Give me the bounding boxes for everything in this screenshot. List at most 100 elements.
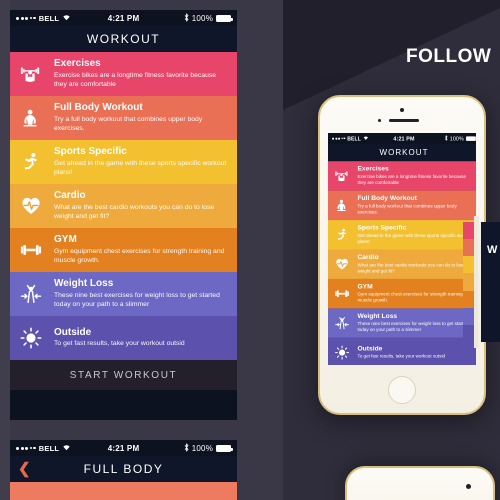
- dumbbell-icon: [332, 286, 352, 301]
- workout-list-item-title: Exercises: [357, 165, 389, 173]
- front-camera-icon: [466, 484, 471, 489]
- home-button[interactable]: [388, 376, 416, 404]
- workout-list-item[interactable]: Outside To get fast results, take your wo…: [10, 316, 237, 360]
- workout-list-item-text: Outside To get fast results, take your wo…: [357, 345, 474, 360]
- wifi-icon: [62, 444, 71, 453]
- workout-screen-flat: BELL 4:21 PM 100% WORKOUT Exercises Exerc…: [10, 10, 237, 420]
- workout-list-item-description: To get fast results, take your workout o…: [357, 354, 445, 359]
- proximity-sensor-icon: [378, 119, 381, 122]
- workout-list-item-title: Full Body Workout: [54, 102, 143, 114]
- workout-list-item[interactable]: Exercises Exercise bikes are a longtime f…: [328, 161, 476, 191]
- bluetooth-icon: [184, 12, 189, 24]
- full-body-first-row[interactable]: [10, 482, 237, 500]
- battery-percent-label: 100%: [191, 13, 214, 23]
- chevron-left-icon[interactable]: ❮: [18, 462, 32, 477]
- workout-list-item-description: Exercise bikes are a longtime fitness fa…: [357, 174, 466, 186]
- page-title-fragment: W: [487, 244, 499, 256]
- workout-list-item-title: Weight Loss: [357, 312, 398, 321]
- workout-list-item-title: Sports Specific: [54, 146, 127, 158]
- workout-list-item[interactable]: Full Body Workout Try a full body workout…: [328, 190, 476, 221]
- workout-list-item[interactable]: Outside To get fast results, take your wo…: [328, 337, 476, 365]
- workout-list-item-text: Full Body Workout Try a full body workout…: [357, 195, 474, 216]
- battery-full-icon: [216, 444, 233, 452]
- device-screen: BELL 4:21 PM 100% WORKOUT Exercises Exer…: [328, 133, 476, 365]
- battery-full-icon: [465, 136, 476, 141]
- workout-list-item-description: Exercise bikes are a longtime fitness fa…: [54, 71, 217, 88]
- signal-strength-icon: [332, 137, 346, 140]
- workout-list-item-text: Weight Loss These nine best exercises for…: [357, 313, 474, 334]
- carrier-label: BELL: [38, 443, 60, 453]
- bluetooth-icon: [184, 442, 189, 454]
- wifi-icon: [363, 135, 369, 141]
- workout-list-item[interactable]: Sports Specific Get ahead in the game wit…: [10, 140, 237, 184]
- sun-icon: [332, 345, 352, 360]
- workout-list-item-title: Exercises: [54, 58, 101, 70]
- background-left-strip: [0, 0, 10, 500]
- full-body-screen-flat: BELL 4:21 PM 100% ❮ FULL BODY: [10, 440, 237, 500]
- workout-list-item[interactable]: Full Body Workout Try a full body workout…: [10, 96, 237, 140]
- workout-list-item-description: These nine best exercises for weight los…: [54, 291, 220, 308]
- status-bar-secondary: BELL 4:21 PM 100%: [10, 440, 237, 456]
- signal-strength-icon: [16, 16, 36, 20]
- status-bar-device: BELL 4:21 PM 100%: [328, 133, 476, 144]
- status-bar-left: BELL: [16, 14, 108, 23]
- weight-loss-icon: [16, 283, 46, 305]
- workout-list-item[interactable]: GYM Gym equipment chest exercises for str…: [328, 278, 476, 309]
- status-bar-right-secondary: 100%: [139, 442, 233, 454]
- workout-list-item-title: Outside: [357, 345, 383, 353]
- workout-list-item-description: Try a full body workout that combines up…: [54, 115, 203, 132]
- navbar-device: WORKOUT: [328, 143, 476, 162]
- workout-list-item[interactable]: Cardio What are the best cardio workouts …: [10, 184, 237, 228]
- workout-list-item-description: Gym equipment chest exercises for streng…: [357, 292, 472, 303]
- workout-list-item-text: Full Body Workout Try a full body workout…: [54, 102, 229, 133]
- workout-list-item[interactable]: Sports Specific Get ahead in the game wit…: [328, 220, 476, 250]
- workout-list-item-text: Weight Loss These nine best exercises for…: [54, 278, 229, 309]
- workout-list-item-description: Get ahead in the game with these sports …: [54, 159, 227, 176]
- earpiece-speaker-icon: [389, 119, 419, 123]
- runner-icon: [16, 151, 46, 173]
- workout-list-item[interactable]: Exercises Exercise bikes are a longtime f…: [10, 52, 237, 96]
- workout-list-item-text: Cardio What are the best cardio workouts …: [357, 254, 474, 275]
- clock-label: 4:21 PM: [107, 13, 140, 23]
- workout-list-item[interactable]: GYM Gym equipment chest exercises for str…: [10, 228, 237, 272]
- battery-full-icon: [216, 14, 233, 22]
- page-title-device: WORKOUT: [379, 147, 429, 158]
- signal-strength-icon: [16, 446, 36, 450]
- workout-list-item-description: What are the best cardio workouts you ca…: [357, 262, 465, 274]
- page-title: WORKOUT: [86, 32, 161, 46]
- workout-list-item-title: GYM: [54, 234, 77, 246]
- workout-list-item-title: Weight Loss: [54, 278, 114, 290]
- workout-list-device: Exercises Exercise bikes are a longtime f…: [328, 161, 476, 365]
- workout-list-item-text: Cardio What are the best cardio workouts …: [54, 190, 229, 221]
- workout-screen-device: BELL 4:21 PM 100% WORKOUT Exercises Exer…: [328, 133, 476, 365]
- status-bar-right: 100%: [139, 12, 233, 24]
- sun-icon: [16, 327, 46, 349]
- workout-list-item-text: Sports Specific Get ahead in the game wit…: [54, 146, 229, 177]
- status-bar-left-secondary: BELL: [16, 444, 108, 453]
- runner-icon: [332, 227, 352, 242]
- full-body-icon: [332, 198, 352, 213]
- workout-list-item-text: GYM Gym equipment chest exercises for str…: [357, 283, 474, 304]
- workout-list-item[interactable]: Weight Loss These nine best exercises for…: [10, 272, 237, 316]
- workout-list-item-title: Cardio: [357, 253, 379, 262]
- front-camera-icon: [400, 108, 404, 112]
- iphone-device-mockup-secondary: [345, 466, 495, 500]
- workout-list-item-description: To get fast results, take your workout o…: [54, 340, 185, 348]
- workout-list-item-description: Gym equipment chest exercises for streng…: [54, 247, 225, 264]
- workout-list-item-title: Full Body Workout: [357, 194, 417, 203]
- navbar-full-body: ❮ FULL BODY: [10, 456, 237, 482]
- bench-press-icon: [332, 168, 352, 183]
- heart-pulse-icon: [332, 257, 352, 272]
- battery-percent-label: 100%: [191, 443, 214, 453]
- full-body-icon: [16, 107, 46, 129]
- workout-list-item-text: Exercises Exercise bikes are a longtime f…: [357, 165, 474, 186]
- workout-list-item-description: These nine best exercises for weight los…: [357, 321, 469, 333]
- bluetooth-icon: [444, 134, 448, 142]
- battery-percent-label: 100%: [449, 135, 464, 142]
- right-partial-screen: W: [478, 222, 500, 342]
- workout-list-item[interactable]: Weight Loss These nine best exercises for…: [328, 308, 476, 338]
- workout-list-item[interactable]: Cardio What are the best cardio workouts …: [328, 249, 476, 279]
- bench-press-icon: [16, 63, 46, 85]
- start-workout-button[interactable]: START WORKOUT: [10, 360, 237, 390]
- carrier-label: BELL: [38, 13, 60, 23]
